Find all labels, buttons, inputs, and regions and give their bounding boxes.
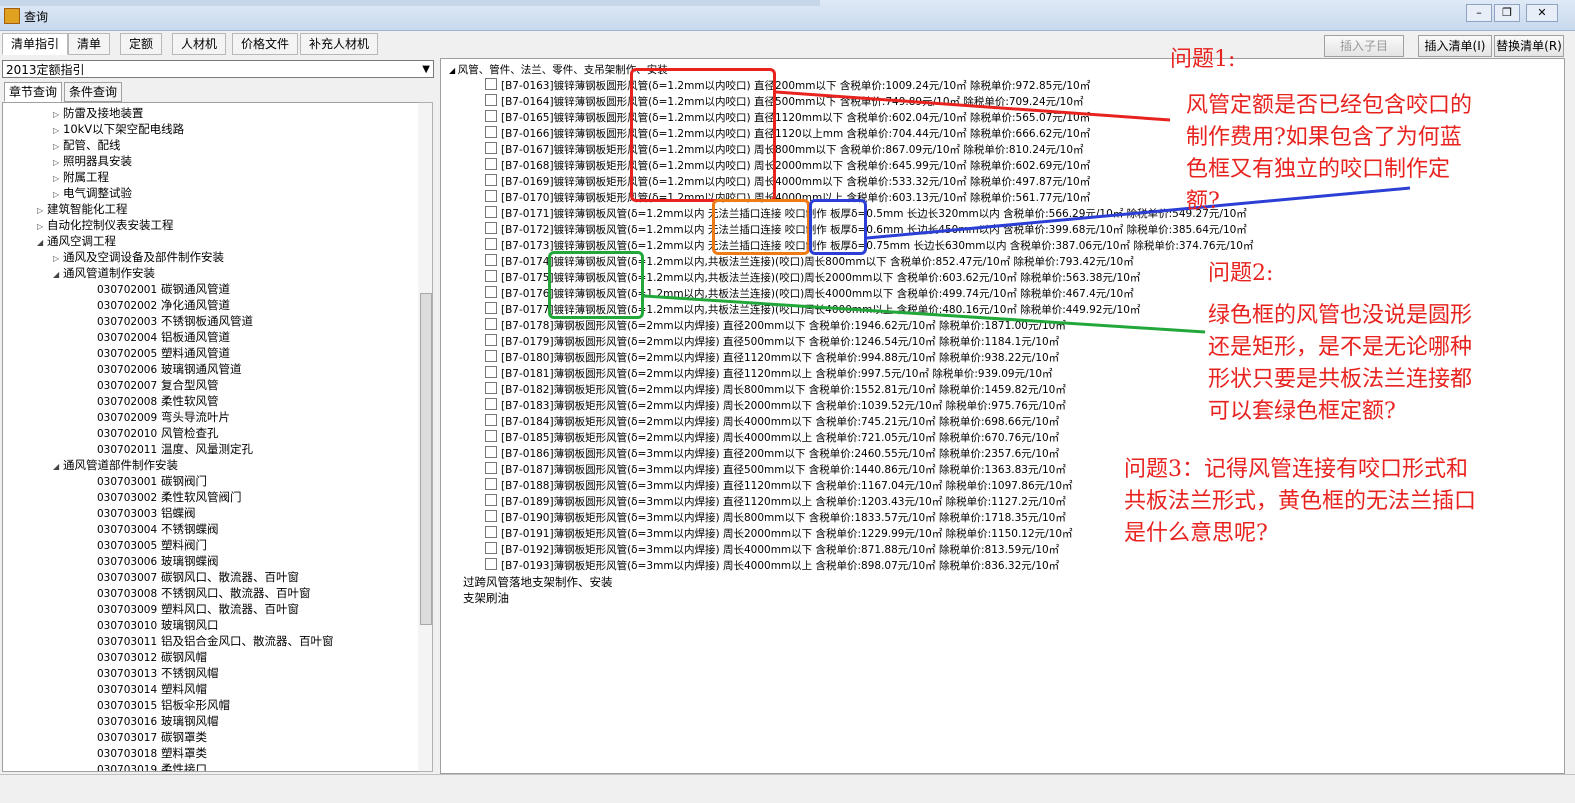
question-2-text: 绿色框的风管也没说是圆形 还是矩形，是不是无论哪种 形状只要是共板法兰连接都 可… bbox=[1208, 300, 1472, 428]
question-1-line: 风管定额是否已经包含咬口的 bbox=[1186, 93, 1473, 118]
red-pointer-line bbox=[775, 90, 1171, 122]
question-2-line: 形状只要是共板法兰连接都 bbox=[1208, 367, 1473, 392]
question-2-line: 还是矩形，是不是无论哪种 bbox=[1208, 335, 1473, 360]
question-3-text: 问题3：记得风管连接有咬口形式和 共板法兰形式，黄色框的无法兰插口 是什么意思呢… bbox=[1124, 454, 1476, 550]
question-1-line: 色框又有独立的咬口制作定 bbox=[1186, 157, 1451, 182]
question-1-line: 额? bbox=[1186, 189, 1220, 214]
question-1-title: 问题1: bbox=[1170, 47, 1236, 72]
question-3-line: 问题3：记得风管连接有咬口形式和 bbox=[1124, 457, 1468, 482]
question-3-line: 共板法兰形式，黄色框的无法兰插口 bbox=[1124, 489, 1477, 514]
green-pointer-line bbox=[643, 294, 1206, 334]
question-2-title: 问题2: bbox=[1208, 261, 1274, 286]
question-1-text: 风管定额是否已经包含咬口的 制作费用?如果包含了为何蓝 色框又有独立的咬口制作定… bbox=[1186, 90, 1472, 218]
question-2-line: 绿色框的风管也没说是圆形 bbox=[1208, 303, 1473, 328]
status-bar bbox=[0, 774, 1575, 803]
question-2-line: 可以套绿色框定额? bbox=[1208, 399, 1396, 424]
question-1-line: 制作费用?如果包含了为何蓝 bbox=[1186, 125, 1462, 150]
question-3-line: 是什么意思呢? bbox=[1124, 521, 1268, 546]
